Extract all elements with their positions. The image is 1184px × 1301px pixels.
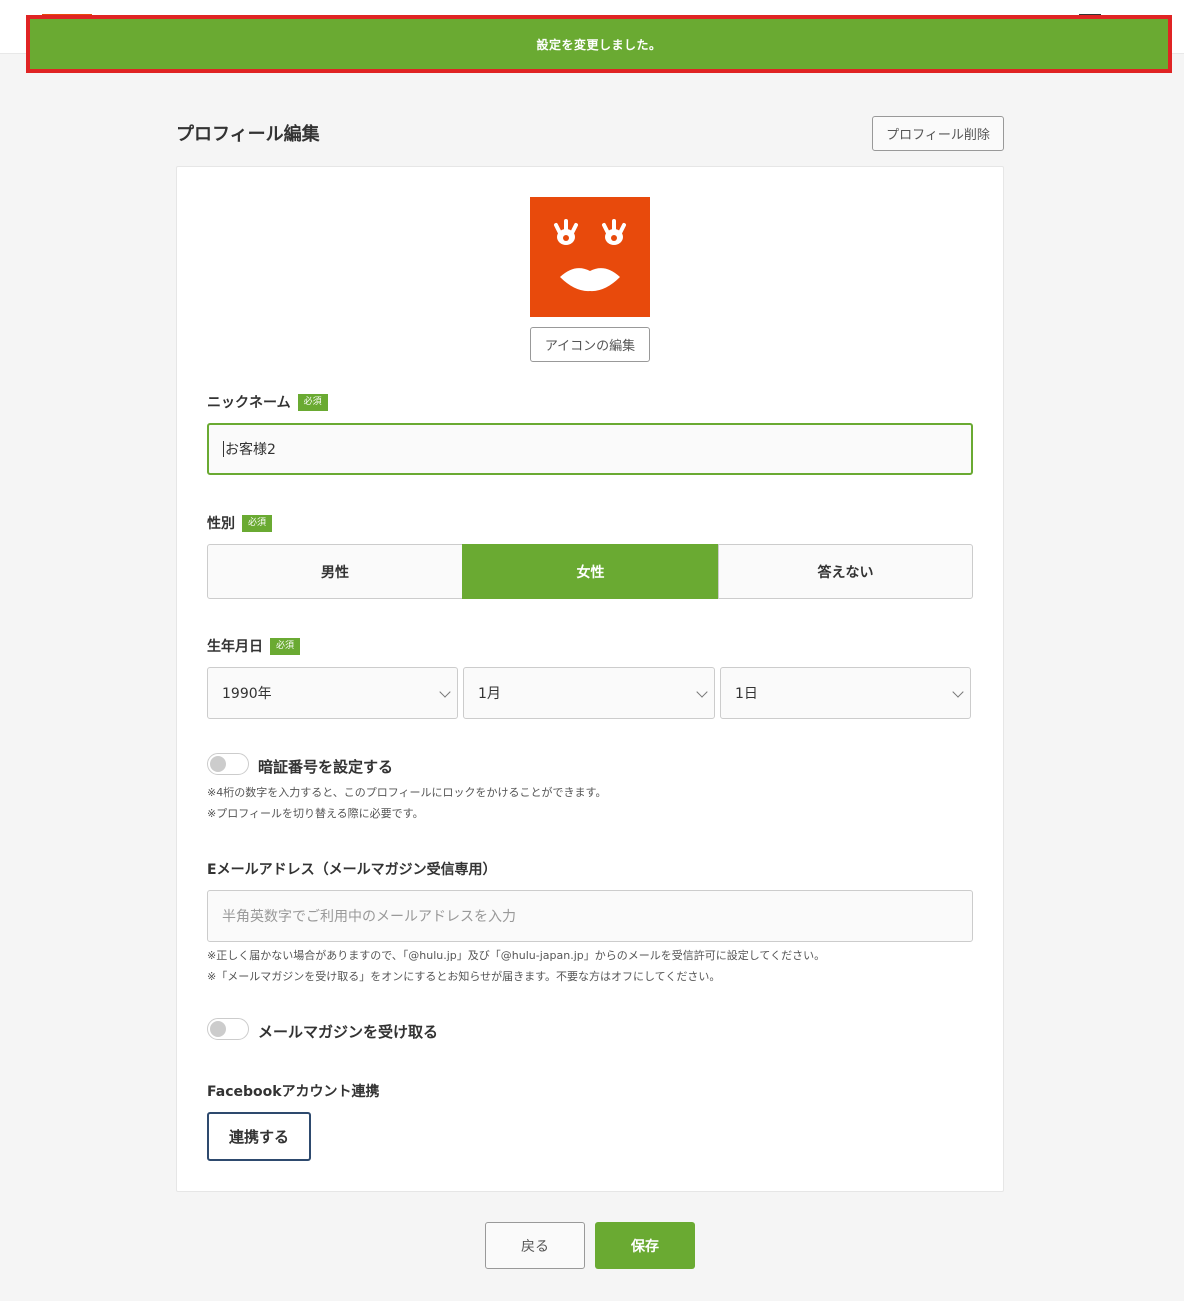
pin-note-2: ※プロフィールを切り替える際に必要です。 — [207, 807, 424, 820]
birth-month-value: 1月 — [478, 686, 501, 702]
birth-year-value: 1990年 — [222, 686, 272, 702]
face-icon — [554, 219, 626, 292]
birth-day-value: 1日 — [735, 686, 758, 702]
chevron-down-icon — [439, 686, 451, 698]
email-note-2: ※「メールマガジンを受け取る」をオンにするとお知らせが届きます。不要な方はオフに… — [207, 970, 721, 983]
facebook-link-button[interactable]: 連携する — [207, 1112, 311, 1161]
gender-label-text: 性別 — [207, 516, 235, 532]
back-button[interactable]: 戻る — [485, 1222, 585, 1269]
delete-profile-button[interactable]: プロフィール削除 — [872, 116, 1004, 151]
required-badge: 必須 — [242, 514, 273, 532]
page-title: プロフィール編集 — [176, 124, 320, 145]
text-caret — [223, 441, 224, 457]
email-input[interactable]: 半角英数字でご利用中のメールアドレスを入力 — [207, 890, 973, 942]
email-note-1: ※正しく届かない場合がありますので、「@hulu.jp」及び「@hulu-jap… — [207, 949, 826, 962]
gender-option-male[interactable]: 男性 — [207, 544, 463, 599]
nickname-input[interactable]: お客様2 — [207, 423, 973, 475]
newsletter-toggle-label: メールマガジンを受け取る — [258, 1023, 439, 1041]
gender-label: 性別 必須 — [207, 513, 273, 533]
edit-icon-button[interactable]: アイコンの編集 — [530, 327, 650, 362]
gender-option-no-answer[interactable]: 答えない — [718, 544, 973, 599]
chevron-down-icon — [952, 686, 964, 698]
save-button[interactable]: 保存 — [595, 1222, 695, 1269]
birth-day-select[interactable]: 1日 — [720, 667, 971, 719]
email-label: Eメールアドレス（メールマガジン受信専用） — [207, 862, 497, 878]
pin-toggle-label: 暗証番号を設定する — [258, 758, 394, 776]
birthdate-label: 生年月日 必須 — [207, 636, 301, 656]
required-badge: 必須 — [297, 393, 328, 411]
toast-message: 設定を変更しました。 — [30, 19, 1168, 69]
toast-text: 設定を変更しました。 — [536, 37, 662, 52]
nickname-value: お客様2 — [225, 442, 276, 458]
pin-note-1: ※4桁の数字を入力すると、このプロフィールにロックをかけることができます。 — [207, 786, 607, 799]
avatar — [530, 197, 650, 317]
birth-year-select[interactable]: 1990年 — [207, 667, 458, 719]
toggle-knob — [210, 756, 226, 772]
birth-month-select[interactable]: 1月 — [463, 667, 715, 719]
chevron-down-icon — [696, 686, 708, 698]
birthdate-label-text: 生年月日 — [207, 639, 263, 655]
gender-option-female[interactable]: 女性 — [462, 544, 719, 599]
newsletter-toggle[interactable] — [207, 1018, 249, 1040]
facebook-label: Facebookアカウント連携 — [207, 1084, 380, 1100]
required-badge: 必須 — [270, 637, 301, 655]
nickname-label-text: ニックネーム — [207, 395, 291, 411]
pin-toggle[interactable] — [207, 753, 249, 775]
email-placeholder: 半角英数字でご利用中のメールアドレスを入力 — [222, 909, 516, 925]
toggle-knob — [210, 1021, 226, 1037]
nickname-label: ニックネーム 必須 — [207, 392, 328, 412]
